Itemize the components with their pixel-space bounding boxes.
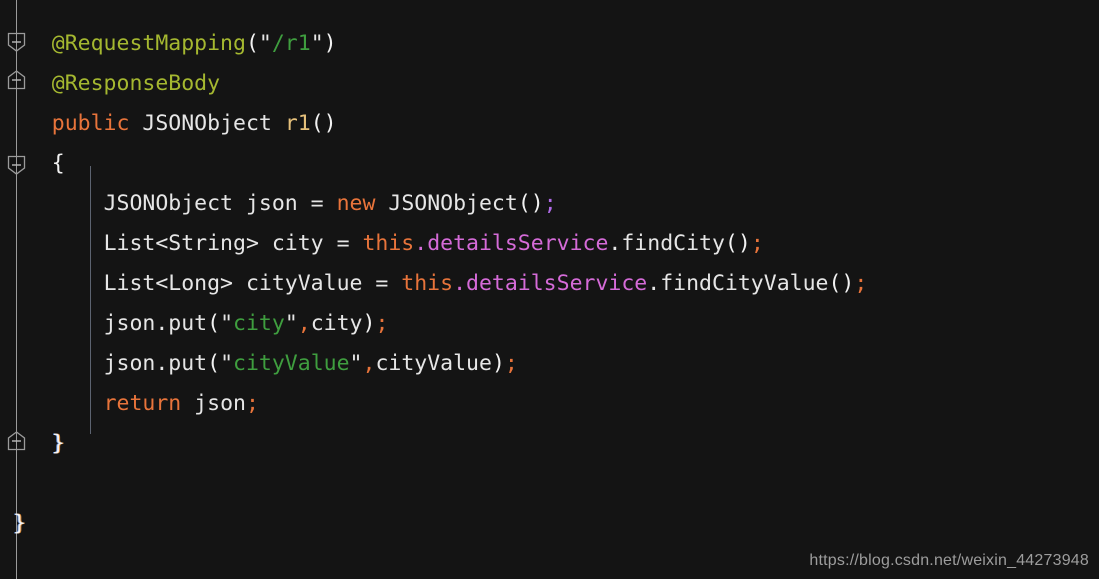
code-token: cityValue [375, 351, 492, 376]
code-line[interactable]: return json; [0, 384, 259, 424]
code-token: ( [207, 351, 221, 376]
code-token: " [284, 311, 298, 336]
code-token: ; [750, 231, 764, 256]
code-token: r1 [284, 111, 311, 136]
code-token: " [220, 311, 234, 336]
code-token: , [297, 311, 311, 336]
code-token: ; [543, 191, 557, 216]
code-line[interactable]: json.put("cityValue",cityValue); [0, 344, 518, 384]
code-line[interactable]: } [0, 424, 65, 464]
code-line[interactable]: @RequestMapping("/r1") [0, 24, 337, 64]
code-line[interactable]: JSONObject json = new JSONObject(); [0, 184, 557, 224]
code-token: JSONObject [103, 191, 234, 216]
code-token: ; [245, 391, 259, 416]
code-token: ) [323, 31, 337, 56]
code-token: ) [362, 311, 376, 336]
code-line[interactable]: @ResponseBody [0, 64, 220, 104]
code-line[interactable]: public JSONObject r1() [0, 104, 337, 144]
code-token: List<String> [103, 231, 259, 256]
code-token: .detailsService [414, 231, 609, 256]
code-line[interactable]: } [0, 504, 26, 544]
code-token: json.put [103, 311, 208, 336]
code-token: this [362, 231, 415, 256]
code-token: " [310, 31, 324, 56]
code-token: /r1 [271, 31, 311, 56]
code-token: ( [207, 311, 221, 336]
code-token: this [401, 271, 454, 296]
code-token: @RequestMapping [51, 31, 246, 56]
code-token: ) [491, 351, 505, 376]
code-token: cityValue = [233, 271, 402, 296]
code-token: " [258, 31, 272, 56]
code-token: json.put [103, 351, 208, 376]
code-token: , [362, 351, 376, 376]
code-token: () [310, 111, 337, 136]
watermark-text: https://blog.csdn.net/weixin_44273948 [809, 552, 1089, 569]
code-line[interactable]: List<Long> cityValue = this.detailsServi… [0, 264, 868, 304]
code-token: city = [258, 231, 363, 256]
code-token: { [51, 151, 65, 176]
code-token: .findCityValue [647, 271, 829, 296]
code-token: .findCity [608, 231, 725, 256]
code-token: cityValue [233, 351, 350, 376]
code-token: json [181, 391, 246, 416]
code-token: } [51, 431, 65, 456]
code-editor[interactable]: @RequestMapping("/r1") @ResponseBody pub… [0, 0, 1099, 579]
code-line[interactable]: { [0, 144, 65, 184]
code-token: () [724, 231, 751, 256]
code-token: json = [233, 191, 337, 216]
code-token: public [51, 111, 130, 136]
code-token: JSONObject [142, 111, 272, 136]
code-token: " [220, 351, 234, 376]
code-token: @ResponseBody [51, 71, 221, 96]
code-token: ( [245, 31, 259, 56]
code-line[interactable]: json.put("city",city); [0, 304, 389, 344]
code-token: () [828, 271, 855, 296]
code-token: new [336, 191, 376, 216]
code-token: ; [504, 351, 518, 376]
code-token: () [517, 191, 544, 216]
code-token: return [103, 391, 182, 416]
code-content[interactable]: @RequestMapping("/r1") @ResponseBody pub… [0, 0, 1099, 579]
code-token: ; [375, 311, 389, 336]
code-token: List<Long> [103, 271, 234, 296]
code-token: city [310, 311, 363, 336]
code-line[interactable]: List<String> city = this.detailsService.… [0, 224, 764, 264]
code-token: .detailsService [453, 271, 648, 296]
code-token: } [12, 511, 26, 536]
code-token: " [349, 351, 363, 376]
code-token: ; [854, 271, 868, 296]
code-token: city [233, 311, 285, 336]
code-token: JSONObject [388, 191, 518, 216]
